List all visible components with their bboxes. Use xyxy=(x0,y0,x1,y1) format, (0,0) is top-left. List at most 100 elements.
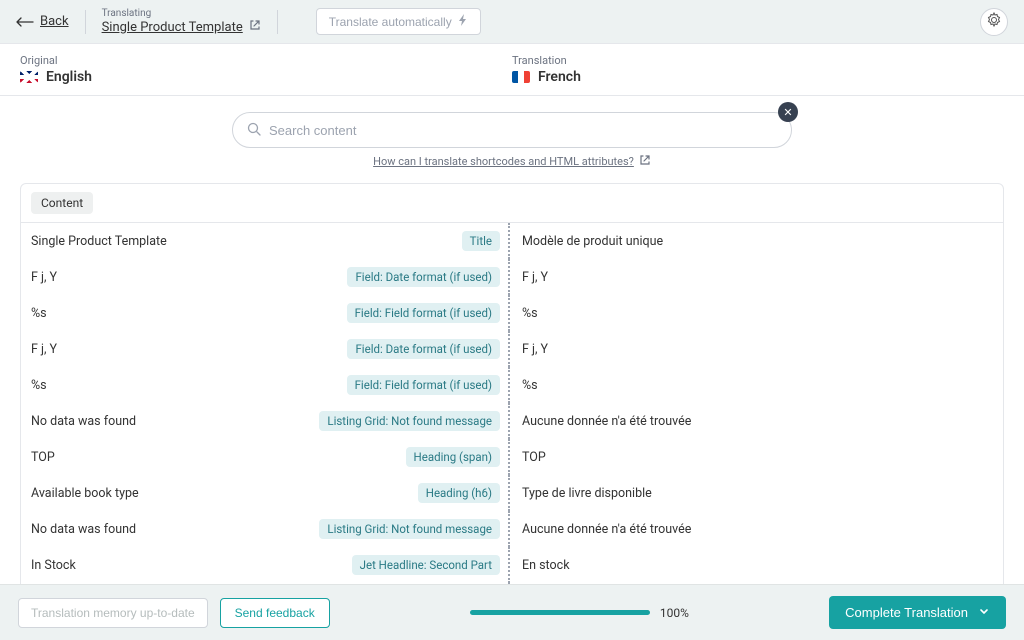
target-cell[interactable]: Aucune donnée n'a été trouvée xyxy=(510,403,1003,439)
search-section: ✕ How can I translate shortcodes and HTM… xyxy=(0,112,1024,169)
progress-wrap: 100% xyxy=(330,606,829,620)
target-text: TOP xyxy=(522,450,546,465)
arrow-left-icon xyxy=(16,17,34,27)
target-text: F j, Y xyxy=(522,342,548,357)
field-type-badge: Listing Grid: Not found message xyxy=(319,519,500,539)
translation-memory-button[interactable]: Translation memory up-to-date xyxy=(18,598,208,628)
target-cell[interactable]: En stock xyxy=(510,547,1003,583)
complete-label: Complete Translation xyxy=(845,605,968,620)
source-cell: TOP Heading (span) xyxy=(21,439,510,475)
topbar: Back Translating Single Product Template… xyxy=(0,0,1024,44)
flag-fr-icon xyxy=(512,71,530,83)
help-link-text: How can I translate shortcodes and HTML … xyxy=(373,155,634,168)
clear-search-button[interactable]: ✕ xyxy=(778,102,798,122)
auto-translate-label: Translate automatically xyxy=(329,15,452,29)
source-text: F j, Y xyxy=(31,270,57,285)
target-text: F j, Y xyxy=(522,270,548,285)
translation-label: Translation xyxy=(512,54,1004,67)
field-type-badge: Title xyxy=(462,231,500,251)
lightning-icon xyxy=(458,14,468,29)
external-link-icon xyxy=(639,154,651,169)
search-icon xyxy=(247,121,261,140)
source-cell: Single Product Template Title xyxy=(21,223,510,259)
translate-automatically-button[interactable]: Translate automatically xyxy=(316,8,481,35)
back-button[interactable]: Back xyxy=(16,14,69,29)
translation-row[interactable]: TOP Heading (span) TOP xyxy=(21,439,1003,475)
translating-label: Translating xyxy=(102,8,261,19)
source-cell: In Stock Jet Headline: Second Part xyxy=(21,547,510,583)
field-type-badge: Field: Date format (if used) xyxy=(347,267,500,287)
search-input[interactable] xyxy=(269,123,777,138)
progress-percent: 100% xyxy=(660,606,689,620)
target-cell[interactable]: F j, Y xyxy=(510,331,1003,367)
field-type-badge: Field: Field format (if used) xyxy=(347,375,500,395)
source-text: Available book type xyxy=(31,486,139,501)
target-cell[interactable]: Aucune donnée n'a été trouvée xyxy=(510,511,1003,547)
language-bar: Original English Translation French xyxy=(0,44,1024,96)
original-language-column: Original English xyxy=(20,54,512,85)
translation-row[interactable]: F j, Y Field: Date format (if used) F j, Y xyxy=(21,331,1003,367)
source-cell: No data was foundListing Grid: Not found… xyxy=(21,403,510,439)
translation-language: French xyxy=(512,69,1004,85)
source-cell: F j, Y Field: Date format (if used) xyxy=(21,259,510,295)
source-cell: %s Field: Field format (if used) xyxy=(21,367,510,403)
progress-bar xyxy=(470,610,650,615)
target-cell[interactable]: Type de livre disponible xyxy=(510,475,1003,511)
content-tab[interactable]: Content xyxy=(21,184,1003,223)
translation-row[interactable]: %s Field: Field format (if used) %s xyxy=(21,295,1003,331)
source-text: %s xyxy=(31,378,47,393)
target-text: %s xyxy=(522,306,538,321)
external-link-icon xyxy=(249,19,261,35)
template-name: Single Product Template xyxy=(102,20,243,35)
template-link[interactable]: Single Product Template xyxy=(102,19,261,35)
chevron-down-icon xyxy=(978,605,990,620)
settings-button[interactable] xyxy=(980,8,1008,36)
back-label: Back xyxy=(40,14,69,29)
flag-en-icon xyxy=(20,71,38,83)
gear-icon xyxy=(986,12,1002,31)
translation-row[interactable]: %s Field: Field format (if used) %s xyxy=(21,367,1003,403)
footer: Translation memory up-to-date Send feedb… xyxy=(0,584,1024,640)
field-type-badge: Jet Headline: Second Part xyxy=(352,555,500,575)
divider xyxy=(85,10,86,34)
field-type-badge: Field: Date format (if used) xyxy=(347,339,500,359)
target-cell[interactable]: Modèle de produit unique xyxy=(510,223,1003,259)
content-panel: Content Single Product Template Title Modè… xyxy=(20,183,1004,592)
field-type-badge: Heading (span) xyxy=(406,447,500,467)
help-link[interactable]: How can I translate shortcodes and HTML … xyxy=(373,154,651,169)
target-text: Aucune donnée n'a été trouvée xyxy=(522,414,691,429)
target-cell[interactable]: %s xyxy=(510,367,1003,403)
original-language-name: English xyxy=(46,69,92,85)
translation-row[interactable]: F j, Y Field: Date format (if used) F j, Y xyxy=(21,259,1003,295)
source-text: TOP xyxy=(31,450,55,465)
target-text: Aucune donnée n'a été trouvée xyxy=(522,522,691,537)
progress-fill xyxy=(470,610,650,615)
translation-row[interactable]: No data was found Listing Grid: Not found… xyxy=(21,511,1003,547)
target-cell[interactable]: F j, Y xyxy=(510,259,1003,295)
field-type-badge: Field: Field format (if used) xyxy=(347,303,500,323)
send-feedback-button[interactable]: Send feedback xyxy=(220,598,330,628)
original-label: Original xyxy=(20,54,512,67)
translation-row[interactable]: No data was foundListing Grid: Not found… xyxy=(21,403,1003,439)
translating-block: Translating Single Product Template xyxy=(102,8,261,35)
translation-language-name: French xyxy=(538,69,581,85)
source-text: Single Product Template xyxy=(31,234,167,249)
divider xyxy=(277,10,278,34)
source-text: In Stock xyxy=(31,558,76,573)
source-cell: %s Field: Field format (if used) xyxy=(21,295,510,331)
target-cell[interactable]: TOP xyxy=(510,439,1003,475)
translation-row[interactable]: Available book typeHeading (h6)Type de l… xyxy=(21,475,1003,511)
source-text: %s xyxy=(31,306,47,321)
source-cell: F j, Y Field: Date format (if used) xyxy=(21,331,510,367)
translation-language-column: Translation French xyxy=(512,54,1004,85)
translation-row[interactable]: Single Product Template Title Modèle de pr… xyxy=(21,223,1003,259)
target-text: %s xyxy=(522,378,538,393)
target-cell[interactable]: %s xyxy=(510,295,1003,331)
target-text: En stock xyxy=(522,558,570,573)
translation-row[interactable]: In Stock Jet Headline: Second Part En stoc… xyxy=(21,547,1003,583)
complete-translation-button[interactable]: Complete Translation xyxy=(829,596,1006,629)
source-text: No data was found xyxy=(31,522,136,537)
original-language: English xyxy=(20,69,512,85)
search-box[interactable] xyxy=(232,112,792,148)
source-text: F j, Y xyxy=(31,342,57,357)
